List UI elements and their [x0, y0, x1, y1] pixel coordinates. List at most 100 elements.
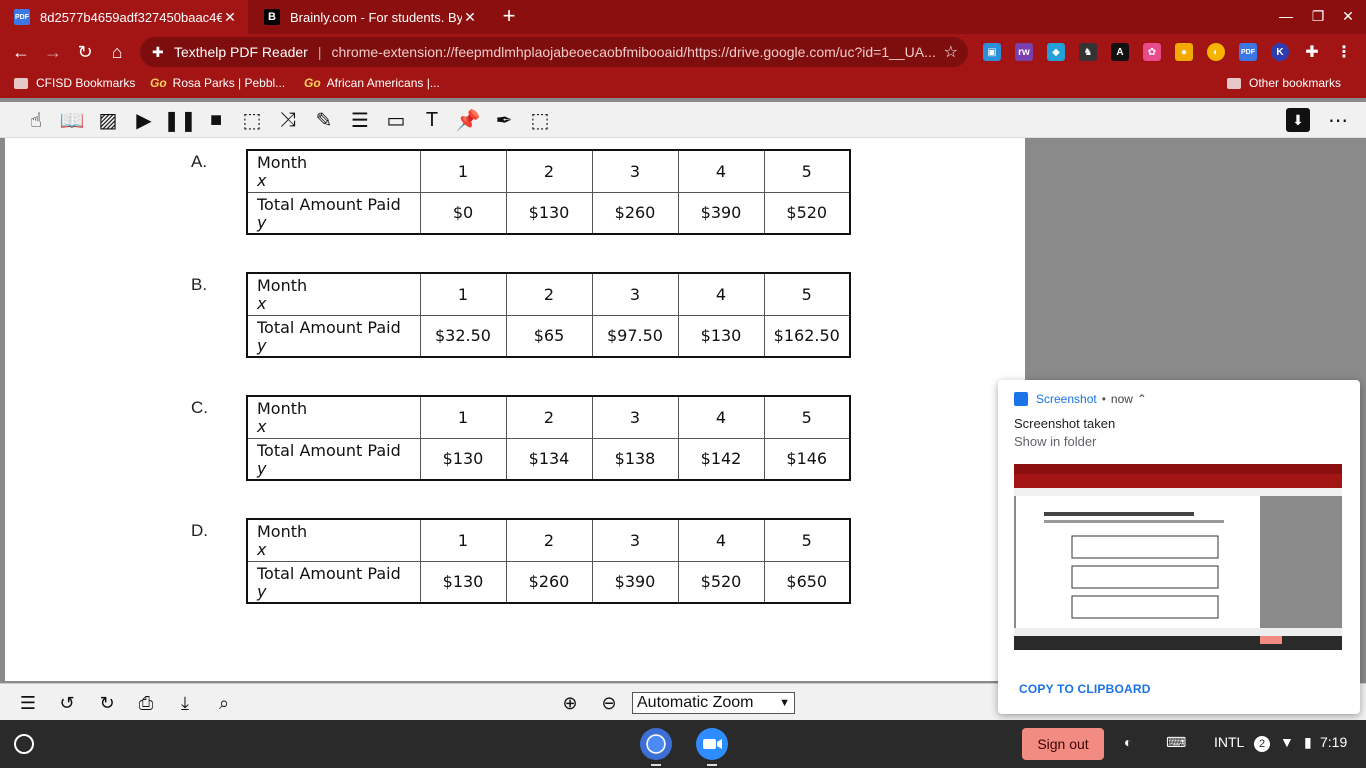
- extension-icon[interactable]: ▣: [983, 43, 1001, 61]
- bookmark-item[interactable]: Go African Americans |...: [304, 76, 440, 90]
- highlighter-icon[interactable]: ✎: [312, 108, 336, 132]
- sign-out-button[interactable]: Sign out: [1022, 728, 1104, 760]
- extension-icon[interactable]: ♞: [1079, 43, 1097, 61]
- pin-icon[interactable]: 📌: [456, 108, 481, 132]
- copy-to-clipboard-button[interactable]: COPY TO CLIPBOARD: [1019, 682, 1151, 696]
- table-cell: $130: [419, 437, 507, 481]
- download-icon[interactable]: ⤓: [174, 692, 196, 714]
- option-d-table: Month x 1 2 3 4 5 Total Amount Paid y $130…: [246, 518, 851, 604]
- rotate-right-icon[interactable]: ↻: [96, 692, 118, 714]
- maximize-icon[interactable]: ❐: [1309, 8, 1327, 25]
- table-cell: 2: [505, 272, 593, 316]
- extension-icon[interactable]: ◆: [1047, 43, 1065, 61]
- zoom-value: Automatic Zoom: [637, 694, 754, 711]
- image-icon: [1014, 392, 1028, 406]
- close-window-icon[interactable]: ✕: [1339, 8, 1357, 25]
- bookmark-label: Rosa Parks | Pebbl...: [172, 76, 286, 90]
- forward-icon[interactable]: →: [42, 41, 64, 63]
- other-bookmarks[interactable]: Other bookmarks: [1227, 76, 1341, 90]
- bookmark-folder[interactable]: CFISD Bookmarks: [14, 76, 135, 90]
- search-icon[interactable]: ⌕: [213, 692, 235, 714]
- play-icon[interactable]: ▶: [132, 108, 156, 132]
- screenshot-thumbnail[interactable]: [1014, 464, 1342, 650]
- bookmark-item[interactable]: Go Rosa Parks | Pebbl...: [150, 76, 285, 90]
- zoom-select[interactable]: Automatic Zoom ▼: [632, 692, 795, 714]
- ime-indicator[interactable]: INTL: [1214, 734, 1244, 750]
- zoom-app-icon[interactable]: [696, 728, 728, 760]
- option-label: A.: [191, 152, 208, 171]
- back-icon[interactable]: ←: [10, 41, 32, 63]
- dictionary-icon[interactable]: 📖: [60, 108, 85, 132]
- table-cell: $130: [505, 191, 593, 235]
- reload-icon[interactable]: ↻: [74, 41, 96, 63]
- extension-icon[interactable]: K: [1271, 43, 1289, 61]
- extension-icon[interactable]: PDF: [1239, 43, 1257, 61]
- tab-brainly[interactable]: B Brainly.com - For students. By st ✕: [250, 0, 488, 34]
- hand-pointer-icon[interactable]: ☝: [24, 108, 48, 132]
- table-cell: 4: [677, 149, 765, 193]
- address-bar[interactable]: ✚ Texthelp PDF Reader | chrome-extension…: [140, 37, 968, 67]
- site-name: Texthelp PDF Reader: [174, 44, 308, 60]
- rotate-left-icon[interactable]: ↺: [56, 692, 78, 714]
- media-icon[interactable]: ◐: [1124, 734, 1132, 750]
- tab-title: 8d2577b4659adf327450baac4€: [40, 9, 222, 25]
- shuffle-icon[interactable]: ⤨: [276, 108, 300, 132]
- tab-title: Brainly.com - For students. By st: [290, 9, 462, 25]
- divider: |: [317, 44, 322, 60]
- app-running-indicator: [707, 764, 717, 766]
- table-cell: 5: [763, 395, 851, 439]
- pen-icon[interactable]: ✒: [492, 108, 516, 132]
- picture-dictionary-icon[interactable]: ▨: [96, 108, 120, 132]
- screen-mask-select-icon[interactable]: ⬚: [240, 108, 264, 132]
- new-tab-icon[interactable]: +: [498, 5, 520, 27]
- extension-icon[interactable]: A: [1111, 43, 1129, 61]
- text-icon[interactable]: T: [420, 108, 444, 132]
- minimize-icon[interactable]: —: [1277, 8, 1295, 24]
- option-label: C.: [191, 398, 208, 417]
- tab-pdf[interactable]: PDF 8d2577b4659adf327450baac4€ ✕: [0, 0, 248, 34]
- table-cell: 1: [419, 272, 507, 316]
- outline-list-icon[interactable]: ☰: [17, 692, 39, 714]
- chrome-app-icon[interactable]: [640, 728, 672, 760]
- download-tray-icon[interactable]: ⬇: [1286, 108, 1310, 132]
- screen-icon[interactable]: ▭: [384, 108, 408, 132]
- menu-icon[interactable]: ⋮: [1335, 43, 1353, 61]
- screenshot-notification[interactable]: Screenshot • now ⌃ Screenshot taken Show…: [998, 380, 1360, 714]
- extension-icon[interactable]: rw: [1015, 43, 1033, 61]
- notification-count-badge[interactable]: 2: [1254, 736, 1270, 752]
- wifi-icon[interactable]: ▼: [1280, 734, 1294, 750]
- pause-icon[interactable]: ❚❚: [163, 108, 197, 132]
- shape-select-icon[interactable]: ⬚: [528, 108, 552, 132]
- option-label: D.: [191, 521, 208, 540]
- table-cell: $146: [763, 437, 851, 481]
- table-cell: 2: [505, 395, 593, 439]
- table-cell: 3: [591, 518, 679, 562]
- battery-icon[interactable]: ▮: [1304, 734, 1312, 751]
- show-in-folder-link[interactable]: Show in folder: [1014, 434, 1096, 449]
- close-tab-icon[interactable]: ✕: [222, 9, 238, 26]
- zoom-out-icon[interactable]: ⊖: [598, 692, 620, 714]
- extensions-puzzle-icon[interactable]: ✚: [1303, 43, 1321, 61]
- pdf-favicon-icon: PDF: [14, 9, 30, 25]
- launcher-icon[interactable]: [14, 734, 34, 754]
- table-cell: $97.50: [591, 314, 679, 358]
- table-row: Month x 1 2 3 4 5: [246, 272, 851, 316]
- keyboard-icon[interactable]: ⌨: [1166, 734, 1186, 751]
- extension-icon[interactable]: ◐: [1207, 43, 1225, 61]
- option-b-table: Month x 1 2 3 4 5 Total Amount Paid y $32.…: [246, 272, 851, 358]
- print-icon[interactable]: ⎙: [135, 692, 157, 714]
- table-cell: $65: [505, 314, 593, 358]
- more-icon[interactable]: ⋯: [1326, 108, 1350, 132]
- chevron-up-icon[interactable]: ⌃: [1137, 392, 1147, 406]
- extension-icon[interactable]: ✿: [1143, 43, 1161, 61]
- clock[interactable]: 7:19: [1320, 734, 1347, 750]
- zoom-in-icon[interactable]: ⊕: [559, 692, 581, 714]
- list-icon[interactable]: ☰: [348, 108, 372, 132]
- extension-icon[interactable]: ●: [1175, 43, 1193, 61]
- stop-icon[interactable]: ■: [204, 108, 228, 132]
- extension-icon: ✚: [152, 43, 164, 60]
- home-icon[interactable]: ⌂: [106, 41, 128, 63]
- table-cell: 5: [763, 149, 851, 193]
- close-tab-icon[interactable]: ✕: [462, 9, 478, 26]
- bookmark-star-icon[interactable]: ☆: [944, 42, 958, 62]
